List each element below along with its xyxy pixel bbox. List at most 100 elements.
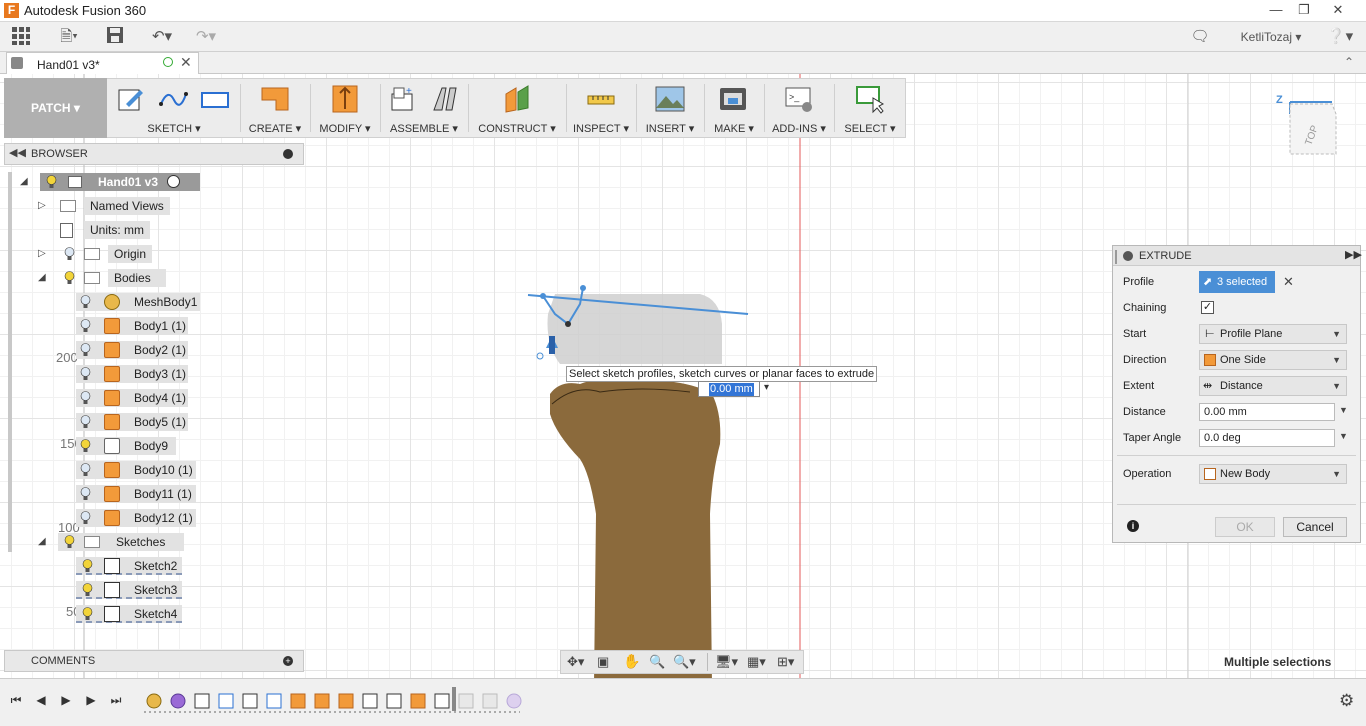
dialog-grip-icon[interactable]	[1115, 250, 1117, 264]
body-item[interactable]: MeshBody1	[76, 291, 200, 313]
visibility-bulb-icon[interactable]	[80, 511, 91, 525]
body-item[interactable]: Body1 (1)	[76, 315, 188, 337]
chaining-checkbox[interactable]: ✓	[1201, 301, 1214, 314]
extrude-dialog-header[interactable]: EXTRUDE ▶▶	[1113, 246, 1362, 266]
visibility-bulb-icon[interactable]	[80, 439, 91, 453]
collapse-browser-icon[interactable]: ◀◀	[9, 146, 26, 159]
clear-selection-icon[interactable]: ✕	[1283, 274, 1294, 290]
modify-group[interactable]: MODIFY ▾	[314, 80, 376, 138]
browser-root[interactable]: ◢ Hand01 v3	[12, 171, 292, 193]
redo-icon[interactable]: ↷▾	[188, 26, 224, 48]
create-sketch-icon[interactable]	[116, 84, 146, 114]
sketch-item[interactable]: Sketch3	[76, 579, 182, 601]
3d-print-icon[interactable]	[718, 84, 748, 114]
body-item[interactable]: Body10 (1)	[76, 459, 196, 481]
expand-dialog-icon[interactable]: ▶▶	[1345, 248, 1362, 261]
display-settings-icon[interactable]: 🖥▾	[715, 654, 738, 670]
ok-button[interactable]: OK	[1215, 517, 1275, 537]
minimize-icon[interactable]: —	[1262, 1, 1290, 19]
info-icon[interactable]: i	[1127, 520, 1139, 532]
visibility-bulb-icon[interactable]	[82, 559, 93, 573]
direction-dropdown[interactable]: One Side ▼	[1199, 350, 1347, 370]
comments-panel-header[interactable]: COMMENTS +	[4, 650, 304, 672]
assemble-group[interactable]: + ASSEMBLE ▾	[384, 80, 464, 138]
viewcube[interactable]: Z TOP	[1276, 92, 1342, 158]
make-group[interactable]: MAKE ▾	[708, 80, 760, 138]
zoom-icon[interactable]: 🔍	[649, 654, 665, 670]
collapse-icon[interactable]: ◢	[38, 272, 50, 284]
visibility-bulb-icon[interactable]	[80, 295, 91, 309]
visibility-bulb-icon[interactable]	[82, 583, 93, 597]
grid-settings-icon[interactable]: ▦▾	[747, 654, 766, 670]
joint-icon[interactable]	[430, 84, 460, 114]
close-tab-icon[interactable]: ✕	[180, 54, 192, 71]
visibility-bulb-icon[interactable]	[64, 271, 75, 285]
select-group[interactable]: SELECT ▾	[838, 80, 902, 138]
timeline-start-icon[interactable]: ⏮	[8, 692, 24, 708]
sketch-item[interactable]: Sketch2	[76, 555, 182, 577]
undo-icon[interactable]: ↶▾	[144, 26, 180, 48]
visibility-bulb-icon[interactable]	[64, 247, 75, 261]
tree-item-units[interactable]: Units: mm	[12, 219, 292, 241]
timeline-next-icon[interactable]: ▶	[83, 692, 99, 708]
pan-icon[interactable]: ✋	[623, 653, 640, 670]
timeline-settings-gear-icon[interactable]: ⚙	[1339, 691, 1354, 711]
select-icon[interactable]	[855, 84, 885, 114]
extent-dropdown[interactable]: ⇹ Distance ▼	[1199, 376, 1347, 396]
body-item[interactable]: Body11 (1)	[76, 483, 196, 505]
measure-icon[interactable]	[586, 84, 616, 114]
user-menu[interactable]: KetliTozaj ▾	[1236, 26, 1306, 48]
insert-image-icon[interactable]	[655, 84, 685, 114]
distance-input[interactable]: 0.00 mm	[698, 381, 760, 397]
tree-item-named-views[interactable]: ▷ Named Views	[12, 195, 292, 217]
cancel-button[interactable]: Cancel	[1283, 517, 1347, 537]
construct-group[interactable]: CONSTRUCT ▾	[472, 80, 562, 138]
viewports-icon[interactable]: ⊞▾	[777, 654, 794, 670]
body-item[interactable]: Body5 (1)	[76, 411, 188, 433]
timeline-prev-icon[interactable]: ◀	[33, 692, 49, 708]
collapse-icon[interactable]: ◢	[38, 536, 50, 548]
taper-dropdown-icon[interactable]: ▼	[1339, 431, 1348, 441]
visibility-bulb-icon[interactable]	[82, 607, 93, 621]
distance-dropdown-icon[interactable]: ▾	[764, 382, 769, 393]
distance-dropdown-icon[interactable]: ▼	[1339, 405, 1348, 415]
body-item[interactable]: Body3 (1)	[76, 363, 188, 385]
timeline-play-icon[interactable]: ▶	[58, 692, 74, 708]
press-pull-icon[interactable]	[330, 84, 360, 114]
workspace-switcher[interactable]: PATCH ▾	[4, 78, 107, 138]
scripts-icon[interactable]: >_	[784, 84, 814, 114]
app-grid-icon[interactable]	[10, 26, 32, 48]
visibility-bulb-icon[interactable]	[64, 535, 75, 549]
body-item[interactable]: Body2 (1)	[76, 339, 188, 361]
expand-icon[interactable]: ▷	[38, 248, 50, 260]
spline-icon[interactable]	[158, 84, 188, 114]
new-component-icon[interactable]: +	[388, 84, 418, 114]
body-item[interactable]: Body12 (1)	[76, 507, 196, 529]
close-window-icon[interactable]: ✕	[1324, 1, 1352, 19]
sketch-group[interactable]: SKETCH ▾	[112, 80, 236, 138]
collapse-up-icon[interactable]: ⌃	[1344, 55, 1354, 69]
visibility-bulb-icon[interactable]	[80, 343, 91, 357]
notifications-icon[interactable]: 🗨	[1188, 26, 1212, 48]
insert-group[interactable]: INSERT ▾	[640, 80, 700, 138]
sketch-item[interactable]: Sketch4	[76, 603, 182, 625]
visibility-bulb-icon[interactable]	[80, 415, 91, 429]
activate-radio-icon[interactable]	[167, 175, 180, 188]
restore-icon[interactable]: ❐	[1290, 1, 1318, 19]
operation-dropdown[interactable]: New Body ▼	[1199, 464, 1347, 484]
document-tab[interactable]: Hand01 v3* ✕	[6, 52, 199, 75]
dialog-collapse-icon[interactable]	[1123, 251, 1133, 261]
taper-angle-field[interactable]: 0.0 deg	[1199, 429, 1335, 447]
visibility-bulb-icon[interactable]	[80, 319, 91, 333]
create-form-icon[interactable]	[260, 84, 290, 114]
tree-item-bodies[interactable]: ◢ Bodies	[12, 267, 292, 289]
distance-field[interactable]: 0.00 mm	[1199, 403, 1335, 421]
tree-item-sketches[interactable]: ◢ Sketches	[12, 531, 292, 553]
timeline-end-icon[interactable]: ⏭	[108, 692, 124, 708]
collapse-icon[interactable]: ◢	[20, 176, 32, 188]
visibility-bulb-icon[interactable]	[80, 487, 91, 501]
orbit-icon[interactable]: ✥▾	[567, 654, 584, 670]
file-menu-icon[interactable]: 🗎▾	[54, 26, 84, 48]
expand-icon[interactable]: ▷	[38, 200, 50, 212]
fit-icon[interactable]: 🔍▾	[673, 654, 696, 670]
